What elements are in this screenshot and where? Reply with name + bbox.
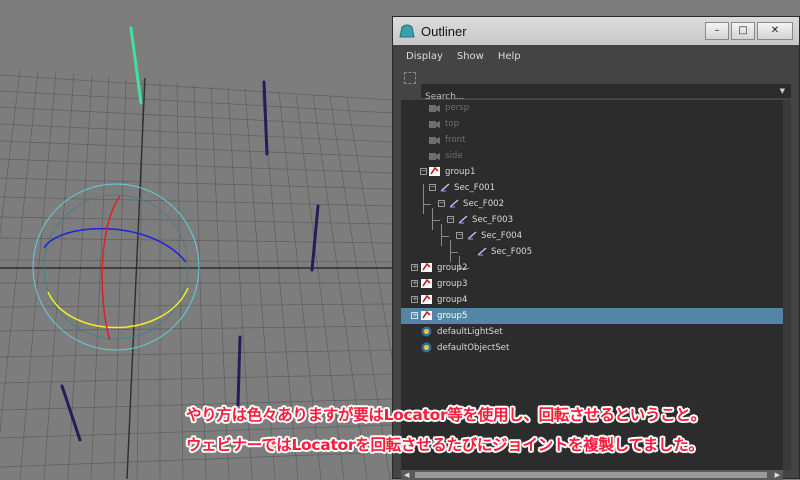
group-icon (429, 166, 440, 176)
tree-item-label: Sec_F003 (472, 215, 514, 225)
collapse-icon[interactable]: − (420, 168, 427, 175)
caption-line-1: やり方は色々ありますが要はLocator等を使用し、回転させるということ。 (186, 406, 706, 424)
caption-overlay: やり方は色々ありますが要はLocator等を使用し、回転させるということ。 ウェ… (186, 400, 786, 460)
tree-item-label: side (445, 151, 463, 161)
joint-chain-2 (262, 80, 269, 156)
tree-item-label: Sec_F004 (481, 231, 523, 241)
tree-item-sec-f004[interactable]: − Sec_F004 (401, 228, 783, 244)
tree-item-top[interactable]: top (401, 116, 783, 132)
set-icon (421, 342, 432, 353)
grid-axis-z (126, 77, 146, 479)
expand-icon[interactable]: + (411, 264, 418, 271)
tree-item-sec-f005[interactable]: Sec_F005 (401, 244, 783, 260)
menu-help[interactable]: Help (491, 51, 528, 62)
scrollbar-thumb[interactable] (415, 472, 767, 478)
rotate-ring-z (43, 227, 187, 263)
collapse-icon[interactable]: − (447, 216, 454, 223)
tree-item-label: Sec_F005 (491, 247, 533, 257)
menu-bar: Display Show Help (393, 45, 799, 67)
menu-show[interactable]: Show (450, 51, 491, 62)
tree-item-label: top (445, 119, 460, 129)
group-icon (421, 294, 432, 304)
tree-item-label: persp (445, 103, 470, 113)
camera-icon (429, 105, 440, 112)
rotate-manipulator[interactable] (32, 183, 200, 351)
search-field[interactable]: ▼ (421, 84, 791, 104)
tree-item-label: group4 (437, 295, 468, 305)
joint-icon (440, 183, 450, 192)
tree-item-group5[interactable]: + group5 (401, 308, 783, 324)
collapse-icon[interactable]: − (429, 184, 436, 191)
rotate-sphere-inner (43, 194, 189, 340)
expand-icon[interactable]: + (411, 312, 418, 319)
expand-icon[interactable]: + (411, 296, 418, 303)
tree-item-label: group5 (437, 311, 468, 321)
expand-icon[interactable]: + (411, 280, 418, 287)
joint-icon (467, 231, 477, 240)
joint-icon (477, 247, 487, 256)
tree-item-label: group1 (445, 167, 476, 177)
joint-chain-4 (236, 335, 242, 407)
tree-item-sec-f002[interactable]: − Sec_F002 (401, 196, 783, 212)
tree-item-label: defaultLightSet (437, 327, 503, 337)
maximize-icon[interactable]: □ (731, 22, 755, 40)
tree-item-label: group3 (437, 279, 468, 289)
search-dropdown-icon[interactable]: ▼ (780, 87, 785, 95)
tree-item-sec-f001[interactable]: − Sec_F001 (401, 180, 783, 196)
search-toggle-icon[interactable] (404, 72, 416, 84)
menu-display[interactable]: Display (393, 51, 450, 62)
joint-chain-3 (310, 204, 320, 272)
window-title: Outliner (421, 23, 467, 39)
tree-item-group1[interactable]: − group1 (401, 164, 783, 180)
title-bar[interactable]: Outliner – □ ✕ (393, 17, 799, 45)
set-icon (421, 326, 432, 337)
tree-item-label: Sec_F001 (454, 183, 496, 193)
close-icon[interactable]: ✕ (757, 22, 793, 40)
tree-item-side[interactable]: side (401, 148, 783, 164)
tree-item-group3[interactable]: + group3 (401, 276, 783, 292)
tree-item-group4[interactable]: + group4 (401, 292, 783, 308)
tree-item-defaultobjectset[interactable]: defaultObjectSet (401, 340, 783, 356)
joint-icon (458, 215, 468, 224)
joint-chains[interactable] (60, 26, 320, 442)
tree-item-group2[interactable]: + group2 (401, 260, 783, 276)
rotate-sphere-outer (32, 183, 200, 351)
tree-item-label: defaultObjectSet (437, 343, 510, 353)
tree-item-persp[interactable]: persp (401, 100, 783, 116)
group-icon (421, 262, 432, 272)
tree-item-label: group2 (437, 263, 468, 273)
group-icon (421, 278, 432, 288)
joint-icon (449, 199, 459, 208)
tree-item-label: front (445, 135, 466, 145)
collapse-icon[interactable]: − (438, 200, 445, 207)
tree-item-front[interactable]: front (401, 132, 783, 148)
tree-item-sec-f003[interactable]: − Sec_F003 (401, 212, 783, 228)
camera-icon (429, 121, 440, 128)
group-icon (421, 310, 432, 320)
joint-chain-selected (129, 26, 143, 105)
minimize-icon[interactable]: – (705, 22, 729, 40)
tree-item-label: Sec_F002 (463, 199, 505, 209)
camera-icon (429, 153, 440, 160)
maya-app-icon (399, 24, 415, 38)
tree-item-defaultlightset[interactable]: defaultLightSet (401, 324, 783, 340)
caption-line-2: ウェビナーではLocatorを回転させるたびにジョイントを複製してました。 (186, 436, 704, 454)
collapse-icon[interactable]: − (456, 232, 463, 239)
camera-icon (429, 137, 440, 144)
